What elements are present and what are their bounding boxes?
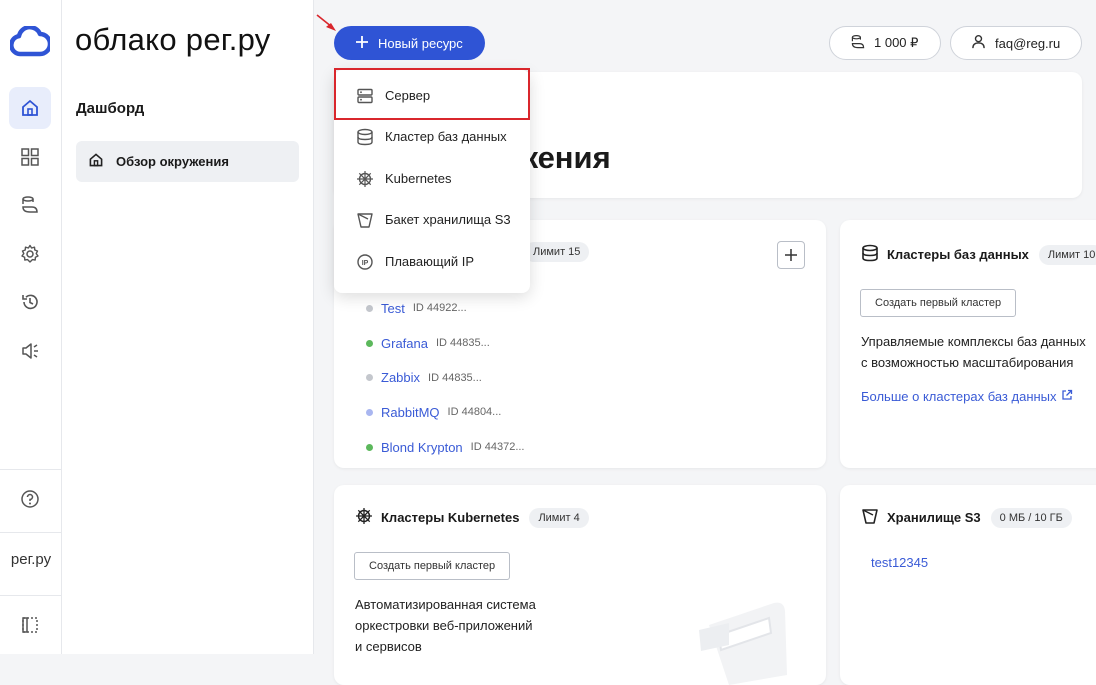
database-icon [356, 128, 374, 146]
dropdown-item-kubernetes[interactable]: Kubernetes [334, 158, 530, 199]
plus-icon [355, 35, 369, 52]
new-resource-button[interactable]: Новый ресурс [334, 26, 485, 60]
svg-text:IP: IP [362, 259, 369, 266]
billing-icon[interactable] [9, 184, 51, 226]
servers-limit-badge: Лимит 15 [524, 242, 590, 262]
kubernetes-illustration-icon [699, 602, 787, 685]
db-desc-line: с возможностью масштабирования [861, 355, 1074, 370]
announcements-icon[interactable] [9, 330, 51, 372]
add-server-button[interactable] [777, 241, 805, 269]
k8s-limit-badge: Лимит 4 [529, 507, 589, 528]
db-more-link-label: Больше о кластерах баз данных [861, 389, 1057, 404]
kubernetes-title: Кластеры Kubernetes [381, 510, 520, 525]
external-link-icon [1061, 389, 1073, 404]
collapse-sidebar-icon[interactable] [9, 604, 51, 646]
server-list-item[interactable]: Zabbix ID 44835... [366, 360, 525, 395]
page-title: жения [516, 140, 611, 175]
cloud-logo-icon[interactable] [9, 24, 53, 63]
s3-usage-badge: 0 МБ / 10 ГБ [990, 507, 1072, 528]
sidebar-item-overview[interactable]: Обзор окружения [76, 141, 299, 182]
home-icon[interactable] [9, 87, 51, 129]
settings-gear-icon[interactable] [9, 233, 51, 275]
s3-storage-card: Хранилище S3 0 МБ / 10 ГБ test12345 [840, 485, 1096, 685]
sidebar-item-label: Обзор окружения [116, 154, 229, 169]
bucket-icon [356, 211, 374, 229]
user-account-button[interactable]: faq@reg.ru [950, 26, 1082, 60]
icon-rail: рег.ру [0, 0, 62, 654]
db-limit-badge: Лимит 10 [1038, 244, 1096, 265]
bucket-icon [861, 507, 879, 528]
db-desc-line: Управляемые комплексы баз данных [861, 334, 1086, 349]
secondary-sidebar: облако рег.ру Дашборд Обзор окружения [62, 0, 314, 654]
ip-icon: IP [356, 253, 374, 271]
server-id: ID 44922... [412, 302, 467, 315]
server-list-item[interactable]: Blond Krypton ID 44372... [366, 430, 525, 465]
bucket-link[interactable]: test12345 [871, 555, 928, 570]
kubernetes-card: Кластеры Kubernetes Лимит 4 Создать перв… [334, 485, 826, 685]
database-icon [861, 244, 879, 265]
server-list-item[interactable]: Grafana ID 44835... [366, 326, 525, 361]
balance-label: 1 000 ₽ [874, 35, 919, 50]
create-k8s-cluster-button[interactable]: Создать первый кластер [354, 552, 511, 580]
status-dot [366, 339, 373, 347]
new-resource-label: Новый ресурс [378, 35, 463, 51]
user-email: faq@reg.ru [995, 35, 1061, 51]
status-dot [366, 304, 373, 312]
dropdown-item-label: Kubernetes [385, 171, 452, 186]
brand-title: облако рег.ру [75, 22, 271, 57]
server-id: ID 44835... [435, 337, 490, 350]
annotation-arrow-icon [316, 14, 336, 31]
home-icon [88, 152, 104, 171]
coins-icon [850, 34, 866, 53]
dropdown-item-bucket[interactable]: Бакет хранилища S3 [334, 199, 530, 240]
sidebar-section-title: Дашборд [76, 100, 145, 117]
user-icon [971, 34, 986, 52]
server-id: ID 44835... [428, 371, 482, 384]
server-highlight-box [334, 68, 530, 120]
grid-icon[interactable] [9, 136, 51, 178]
k8s-desc-line: оркестровки веб-приложений [355, 618, 533, 633]
status-dot [366, 374, 373, 382]
status-dot [366, 408, 373, 416]
dropdown-item-ip[interactable]: IP Плавающий IP [334, 241, 530, 282]
status-dot [366, 443, 373, 451]
dropdown-item-label: Плавающий IP [385, 254, 475, 269]
dropdown-item-database[interactable]: Кластер баз данных [334, 116, 530, 157]
server-name: Test [381, 300, 405, 316]
server-list: Test ID 44922... Grafana ID 44835... Zabbix I… [366, 291, 525, 464]
server-name: Blond Krypton [381, 439, 463, 455]
db-more-link[interactable]: Больше о кластерах баз данных [861, 389, 1073, 404]
db-clusters-card: Кластеры баз данных Лимит 10 Создать пер… [840, 220, 1096, 468]
k8s-desc-line: Автоматизированная система [355, 597, 536, 612]
server-name: RabbitMQ [381, 404, 440, 420]
server-list-item[interactable]: Test ID 44922... [366, 291, 525, 326]
kubernetes-icon [355, 507, 373, 528]
db-clusters-title: Кластеры баз данных [887, 247, 1029, 262]
dropdown-item-label: Кластер баз данных [385, 129, 507, 144]
server-name: Grafana [381, 335, 428, 351]
regru-link[interactable]: рег.ру [0, 551, 62, 568]
server-list-item[interactable]: RabbitMQ ID 44804... [366, 395, 525, 430]
dropdown-item-label: Бакет хранилища S3 [385, 212, 511, 227]
balance-button[interactable]: 1 000 ₽ [829, 26, 941, 60]
create-db-cluster-button[interactable]: Создать первый кластер [860, 289, 1017, 317]
server-id: ID 44372... [470, 441, 525, 454]
history-icon[interactable] [9, 281, 51, 323]
server-id: ID 44804... [447, 406, 502, 419]
kubernetes-icon [356, 170, 374, 188]
help-icon[interactable] [9, 478, 51, 520]
s3-title: Хранилище S3 [887, 510, 981, 525]
server-name: Zabbix [381, 370, 421, 386]
